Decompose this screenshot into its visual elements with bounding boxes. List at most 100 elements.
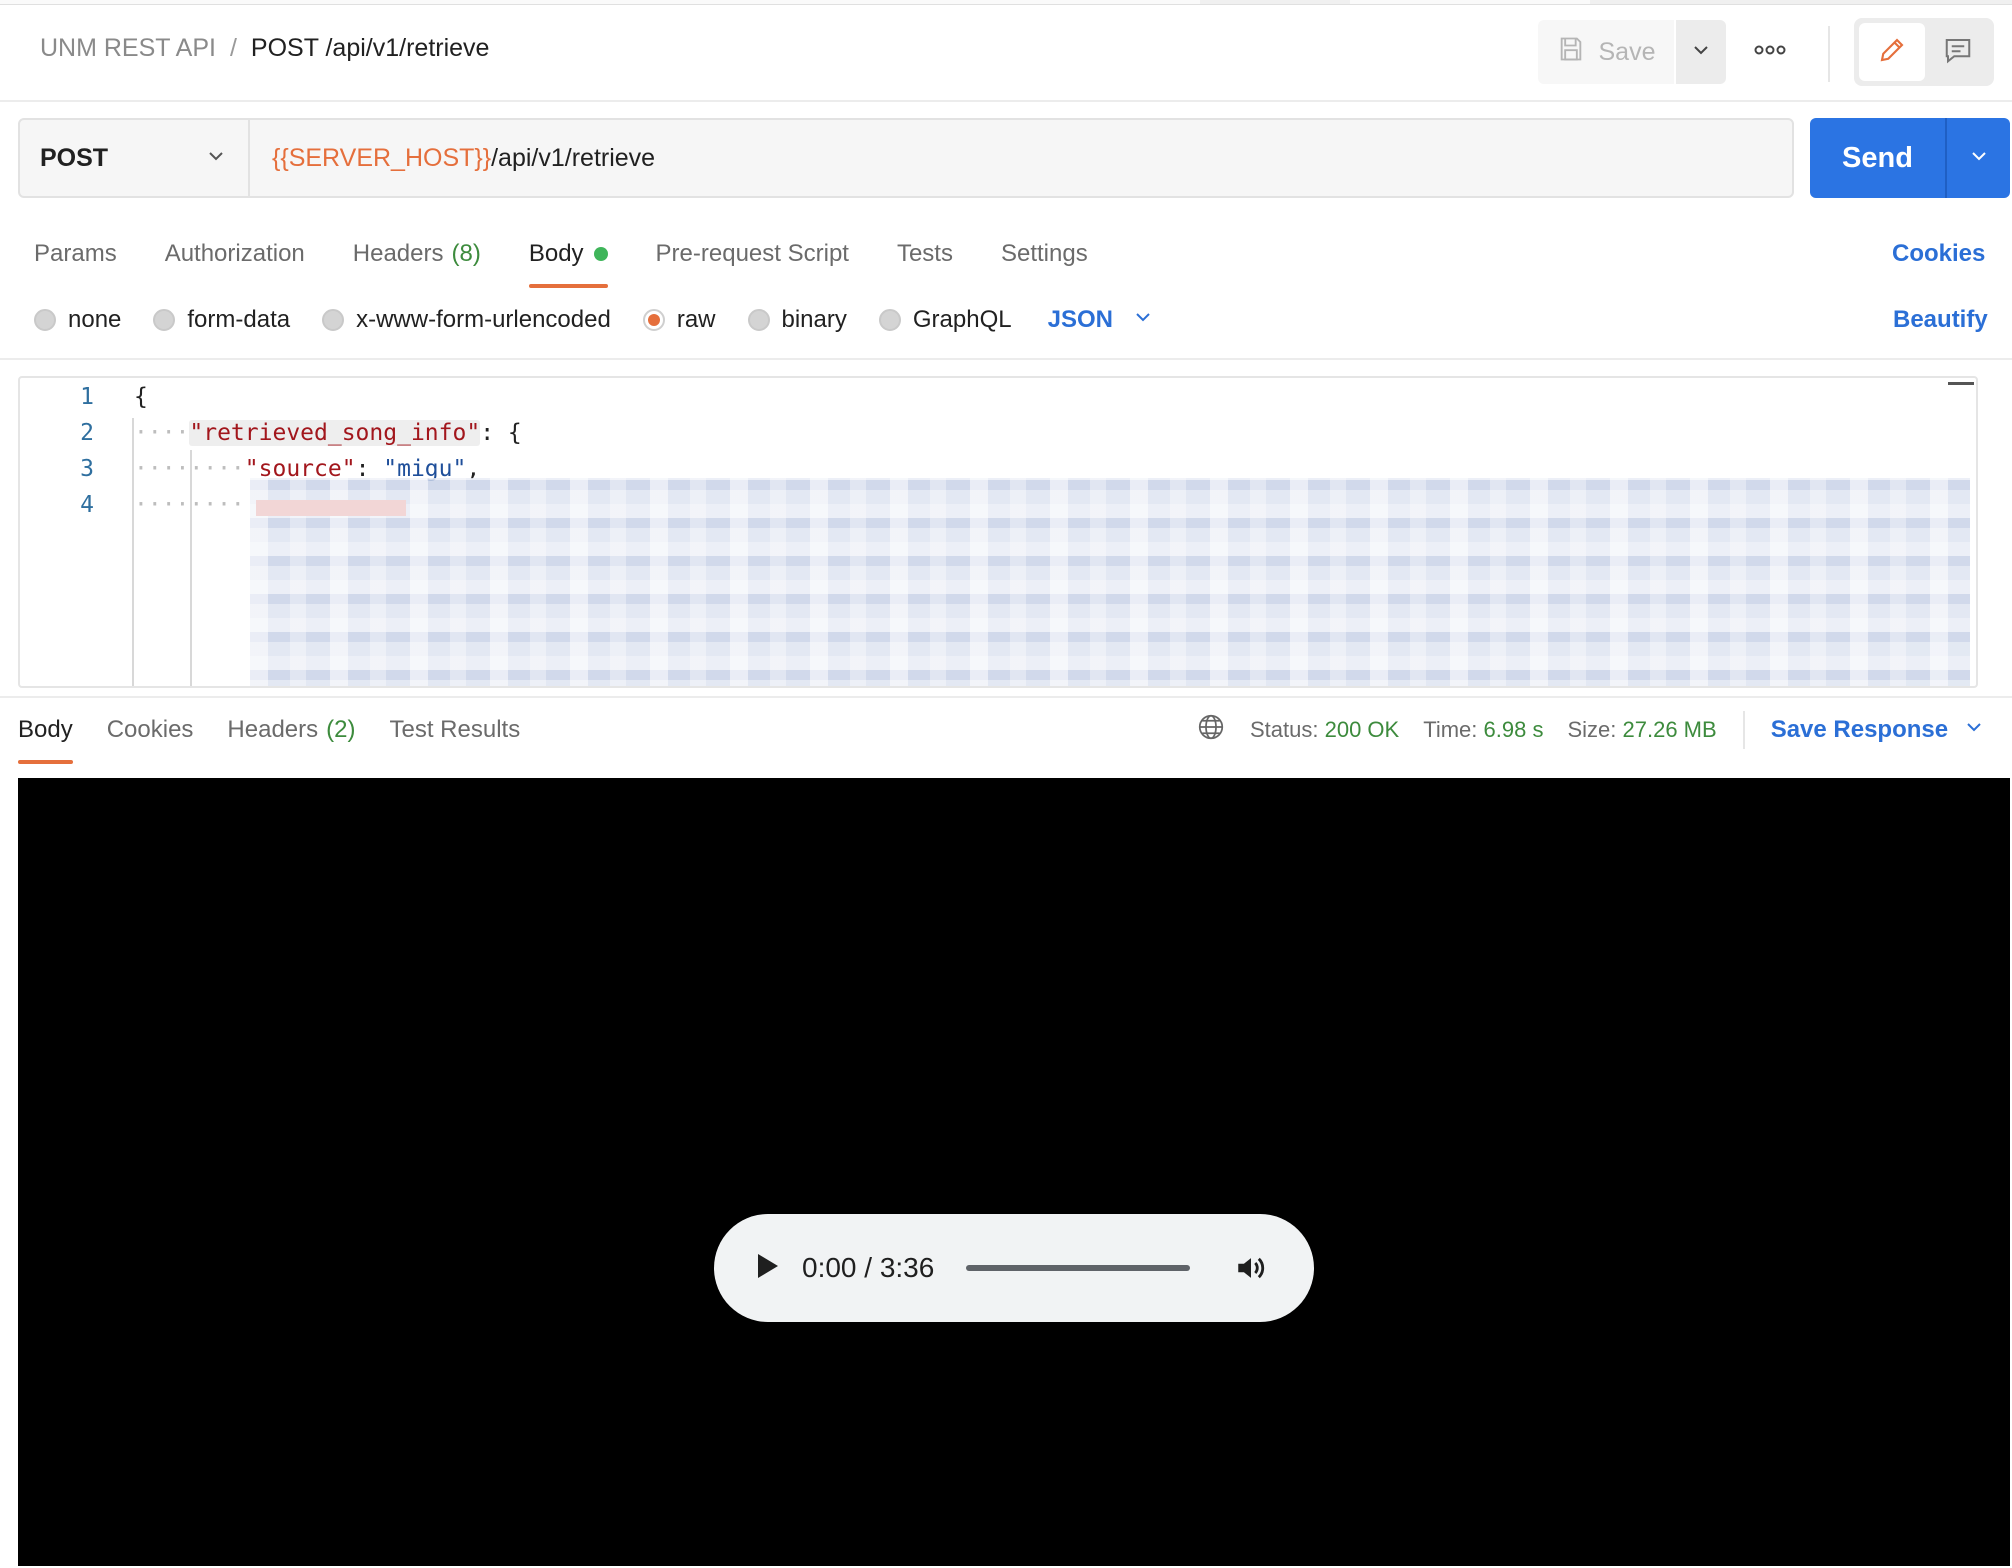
chevron-down-icon <box>206 144 226 173</box>
time-info[interactable]: Time: 6.98 s <box>1423 717 1543 743</box>
code-line: { <box>134 384 148 410</box>
code-text: { <box>134 384 148 410</box>
tab-label: Body <box>18 716 73 743</box>
size-info[interactable]: Size: 27.26 MB <box>1567 717 1716 743</box>
chevron-down-icon <box>1964 716 1984 744</box>
url-path: /api/v1/retrieve <box>491 143 656 172</box>
time-value: 6.98 s <box>1483 717 1544 742</box>
more-horizontal-icon <box>1754 43 1786 61</box>
raw-format-label: JSON <box>1047 306 1113 333</box>
save-icon <box>1557 35 1585 70</box>
tab-label: Tests <box>896 240 953 267</box>
code-text: : { <box>480 420 522 446</box>
tab-pre-request-script[interactable]: Pre-request Script <box>656 230 849 278</box>
redacted-content <box>250 478 1970 686</box>
body-type-raw[interactable]: raw <box>642 306 716 334</box>
radio-label: form-data <box>187 306 291 333</box>
status-info[interactable]: Status: 200 OK <box>1250 717 1399 743</box>
url-input[interactable]: {{SERVER_HOST}}/api/v1/retrieve <box>250 120 1792 196</box>
body-type-binary[interactable]: binary <box>747 306 847 334</box>
response-media-viewer <box>18 778 2010 1566</box>
tab-label: Headers <box>227 716 319 743</box>
response-tab-body[interactable]: Body <box>18 708 73 764</box>
request-tabs: Params Authorization Headers (8) Body Pre… <box>34 230 1088 288</box>
method-label: POST <box>40 143 109 172</box>
edit-mode-button[interactable] <box>1859 23 1925 81</box>
tab-label: Authorization <box>164 240 305 267</box>
tab-label: Settings <box>1000 240 1088 267</box>
tab-label: Pre-request Script <box>655 240 849 267</box>
audio-time: 0:00 / 3:36 <box>802 1252 935 1283</box>
indent-guide <box>190 450 192 686</box>
tab-tests[interactable]: Tests <box>897 230 953 278</box>
breadcrumb: UNM REST API / POST /api/v1/retrieve <box>40 34 489 63</box>
response-meta: Status: 200 OK Time: 6.98 s Size: 27.26 … <box>1196 708 1984 752</box>
play-icon[interactable] <box>754 1251 780 1286</box>
line-number: 2 <box>80 420 94 446</box>
cookies-link[interactable]: Cookies <box>1892 230 1985 278</box>
response-tab-headers[interactable]: Headers (2) <box>227 708 355 752</box>
globe-icon[interactable] <box>1196 712 1226 748</box>
breadcrumb-separator: / <box>229 34 237 62</box>
radio-circle <box>34 309 56 331</box>
tab-headers[interactable]: Headers (8) <box>353 230 481 278</box>
save-button[interactable]: Save <box>1538 20 1674 84</box>
body-type-urlencoded[interactable]: x-www-form-urlencoded <box>322 306 611 334</box>
body-type-none[interactable]: none <box>34 306 121 334</box>
radio-label: GraphQL <box>912 306 1012 333</box>
save-options-button[interactable] <box>1676 20 1726 84</box>
raw-format-select[interactable]: JSON <box>1048 306 1153 334</box>
tab-body[interactable]: Body <box>528 230 608 288</box>
request-url-bar: POST {{SERVER_HOST}}/api/v1/retrieve <box>18 118 1794 198</box>
tab-count: (8) <box>451 240 481 267</box>
tab-label: Headers <box>352 240 444 267</box>
send-options-button[interactable] <box>1945 118 2010 198</box>
code-line: ········ <box>134 492 245 518</box>
send-group: Send <box>1810 118 2010 198</box>
tab-params[interactable]: Params <box>34 230 117 278</box>
send-button[interactable]: Send <box>1810 118 1945 198</box>
editor-scrollbar[interactable] <box>1948 382 1974 385</box>
tab-label: Body <box>528 240 584 267</box>
comments-button[interactable] <box>1927 23 1989 81</box>
chevron-down-icon <box>1969 146 1989 171</box>
volume-icon[interactable] <box>1234 1251 1268 1285</box>
more-options-button[interactable] <box>1746 30 1794 74</box>
radio-label: x-www-form-urlencoded <box>356 306 611 333</box>
tab-count: (2) <box>326 716 356 743</box>
save-response-button[interactable]: Save Response <box>1771 716 1984 744</box>
header-separator <box>0 100 2012 102</box>
tab-strip-segment <box>1350 0 1590 4</box>
chevron-down-icon <box>1133 306 1153 334</box>
method-select[interactable]: POST <box>20 120 250 196</box>
url-variable: {{SERVER_HOST}} <box>272 143 492 172</box>
tab-authorization[interactable]: Authorization <box>165 230 305 278</box>
response-tab-test-results[interactable]: Test Results <box>389 708 520 752</box>
radio-circle <box>747 309 770 331</box>
request-body-editor[interactable]: 1 2 3 4 { ····"retrieved_song_info": { ·… <box>18 376 1978 688</box>
tab-label: Test Results <box>389 716 521 743</box>
body-type-graphql[interactable]: GraphQL <box>878 306 1012 334</box>
redacted-key <box>256 500 406 516</box>
line-number: 4 <box>80 492 94 518</box>
response-tabs: Body Cookies Headers (2) Test Results <box>18 708 520 764</box>
audio-seek-bar[interactable] <box>966 1265 1191 1271</box>
save-group: Save <box>1538 20 1726 84</box>
time-label: Time: <box>1423 717 1478 742</box>
body-type-form-data[interactable]: form-data <box>153 306 290 334</box>
response-tab-cookies[interactable]: Cookies <box>107 708 194 752</box>
json-key: "retrieved_song_info" <box>189 420 481 446</box>
tab-strip-segment <box>0 0 1200 4</box>
status-value: 200 OK <box>1324 717 1400 742</box>
breadcrumb-collection[interactable]: UNM REST API <box>40 34 216 63</box>
radio-circle <box>153 309 176 331</box>
radio-label: binary <box>781 306 847 333</box>
save-response-label: Save Response <box>1770 716 1949 743</box>
radio-circle-selected <box>642 309 665 331</box>
size-label: Size: <box>1567 717 1617 742</box>
beautify-link[interactable]: Beautify <box>1893 300 1988 340</box>
save-label: Save <box>1598 37 1656 66</box>
tab-settings[interactable]: Settings <box>1001 230 1088 278</box>
view-mode-toggle <box>1854 18 1994 86</box>
breadcrumb-request[interactable]: POST /api/v1/retrieve <box>251 34 490 63</box>
